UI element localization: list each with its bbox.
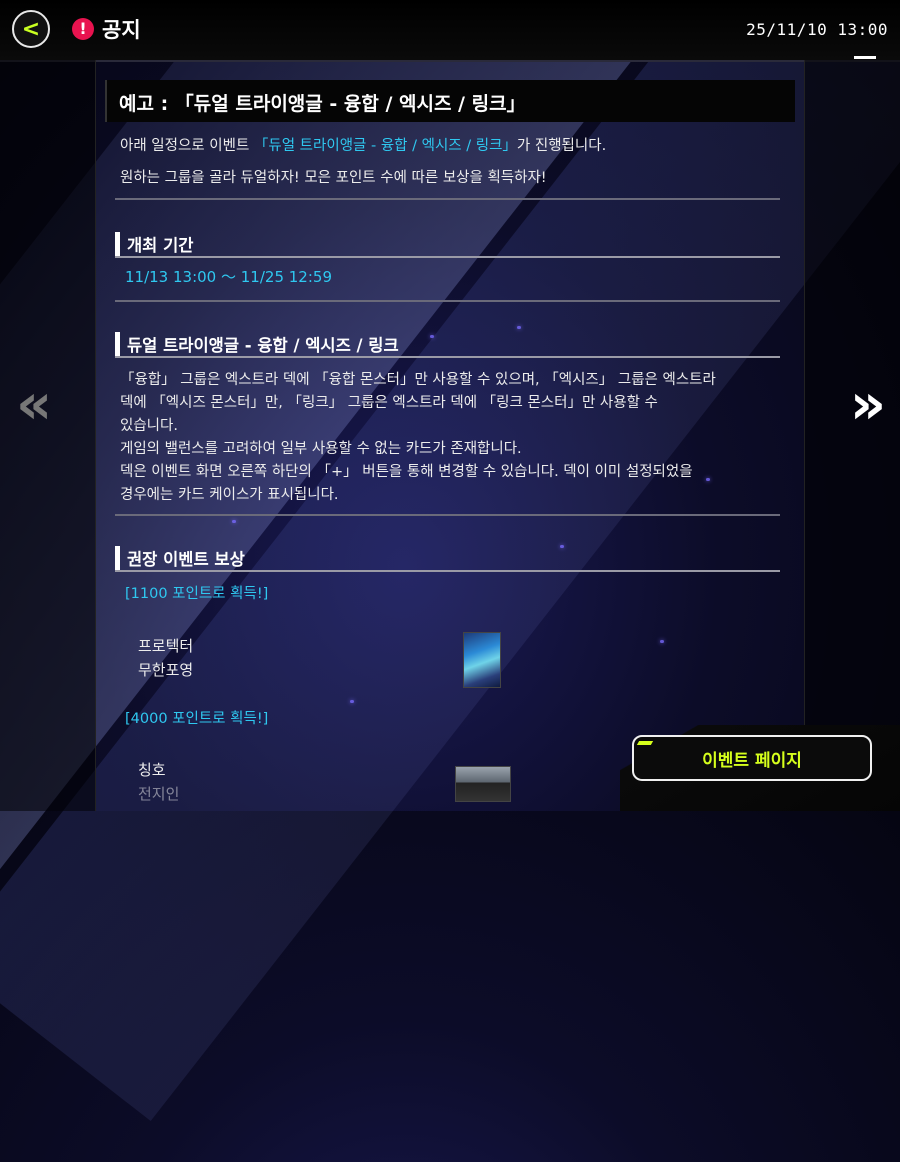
heading-underline [115, 356, 780, 358]
section-divider [115, 514, 780, 516]
reward-threshold: [4000 포인트로 획득!] [125, 711, 269, 727]
current-datetime: 25/11/10 13:00 [746, 20, 888, 39]
heading-underline [115, 256, 780, 258]
button-accent-corner [636, 741, 654, 745]
reward-item-name: 전지인 [138, 785, 180, 803]
rewards-section-heading: 권장 이벤트 보상 [115, 544, 780, 572]
heading-bar [115, 546, 120, 570]
notice-banner: 예고 : 「듀얼 트라이앵글 - 융합 / 엑시즈 / 링크」 [105, 80, 795, 122]
chevron-left-icon: < [21, 16, 41, 42]
section-divider [115, 198, 780, 200]
intro-prefix: 아래 일정으로 이벤트 [120, 138, 254, 154]
heading-underline [115, 570, 780, 572]
rules-line: 덱에 「엑시즈 몬스터」만, 「링크」 그룹은 엑스트라 덱에 「링크 몬스터」… [120, 395, 658, 411]
header-indicator [854, 56, 876, 59]
back-button[interactable]: < [12, 10, 50, 48]
intro-line-2: 원하는 그룹을 골라 듀얼하자! 모은 포인트 수에 따른 보상을 획득하자! [120, 170, 547, 186]
next-page-arrow-icon[interactable]: » [850, 377, 886, 433]
event-page-button[interactable]: 이벤트 페이지 [632, 735, 872, 781]
reward-name: 프로텍터 무한포영 [138, 634, 193, 682]
period-section-heading: 개최 기간 [115, 230, 780, 258]
notice-content[interactable]: 예고 : 「듀얼 트라이앵글 - 융합 / 엑시즈 / 링크」 아래 일정으로 … [105, 60, 795, 811]
title-badge-image [455, 766, 511, 802]
event-name-highlight: 「듀얼 트라이앵글 - 융합 / 엑시즈 / 링크」 [253, 138, 517, 154]
reward-item-name: 무한포영 [138, 661, 194, 679]
reward-name: 칭호 전지인 [138, 758, 179, 806]
rules-line: 덱은 이벤트 화면 오른쪽 하단의 「+」 버튼을 통해 변경할 수 있습니다.… [120, 464, 693, 480]
reward-type: 프로텍터 [138, 637, 194, 655]
intro-suffix: 가 진행됩니다. [516, 138, 607, 154]
prev-page-arrow-icon[interactable]: « [16, 377, 52, 433]
event-period: 11/13 13:00 ～ 11/25 12:59 [125, 268, 332, 286]
protector-card-image [463, 632, 501, 688]
page-title: 공지 [102, 18, 141, 42]
notice-alert-icon: ! [72, 18, 94, 40]
section-divider [115, 300, 780, 302]
rules-line: 경우에는 카드 케이스가 표시됩니다. [120, 487, 339, 503]
rules-line: 있습니다. [120, 418, 178, 434]
reward-type: 칭호 [138, 761, 166, 779]
event-page-label: 이벤트 페이지 [702, 750, 802, 771]
rules-line: 「융합」 그룹은 엑스트라 덱에 「융합 몬스터」만 사용할 수 있으며, 「엑… [120, 372, 716, 388]
reward-threshold: [1100 포인트로 획득!] [125, 586, 269, 602]
heading-bar [115, 332, 120, 356]
rules-section-heading: 듀얼 트라이앵글 - 융합 / 엑시즈 / 링크 [115, 330, 780, 358]
notice-banner-title: 예고 : 「듀얼 트라이앵글 - 융합 / 엑시즈 / 링크」 [119, 93, 526, 115]
rules-heading-text: 듀얼 트라이앵글 - 융합 / 엑시즈 / 링크 [127, 336, 399, 355]
top-bar: < ! 공지 25/11/10 13:00 [0, 0, 900, 62]
intro-line-1: 아래 일정으로 이벤트 「듀얼 트라이앵글 - 융합 / 엑시즈 / 링크」가 … [120, 134, 606, 155]
rewards-heading-text: 권장 이벤트 보상 [127, 550, 245, 569]
heading-bar [115, 232, 120, 256]
period-heading-text: 개최 기간 [127, 236, 194, 255]
rules-line: 게임의 밸런스를 고려하여 일부 사용할 수 없는 카드가 존재합니다. [120, 441, 522, 457]
